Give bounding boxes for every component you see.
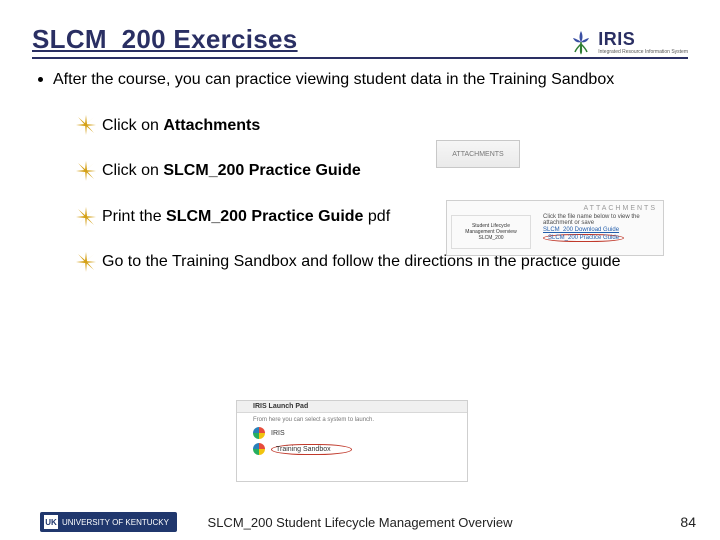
thumb2-link2-circled: SLCM_200 Practice Guide — [543, 234, 624, 242]
intro-bullet: After the course, you can practice viewi… — [38, 69, 688, 91]
step-text: Print the SLCM_200 Practice Guide pdf — [102, 206, 390, 228]
starburst-icon — [76, 207, 96, 227]
thumb3-row2: Training Sandbox — [237, 441, 467, 457]
footer-center: SLCM_200 Student Lifecycle Management Ov… — [0, 515, 720, 530]
thumb3-row1-label: IRIS — [271, 430, 285, 437]
iris-logo: IRIS Integrated Resource Information Sys… — [568, 29, 688, 55]
attachments-panel-thumbnail: ATTACHMENTS Click the file name below to… — [446, 200, 664, 256]
step-prefix: Click on — [102, 117, 163, 134]
color-wheel-icon — [253, 443, 265, 455]
attachments-thumbnail: ATTACHMENTS — [436, 140, 520, 168]
starburst-icon — [76, 252, 96, 272]
thumb3-hint: From here you can select a system to lau… — [237, 413, 467, 425]
thumb2-header: ATTACHMENTS — [453, 205, 657, 212]
step-1: Click on Attachments — [76, 115, 688, 137]
step-suffix: pdf — [363, 208, 390, 225]
iris-logo-text-wrap: IRIS Integrated Resource Information Sys… — [598, 29, 688, 55]
page-title: SLCM_200 Exercises — [32, 24, 298, 55]
step-2: Click on SLCM_200 Practice Guide — [76, 160, 688, 182]
step-text: Click on Attachments — [102, 115, 260, 137]
starburst-icon — [76, 115, 96, 135]
bullet-dot-icon — [38, 77, 43, 82]
thumb1-label: ATTACHMENTS — [452, 151, 503, 158]
thumb3-row1: IRIS — [237, 425, 467, 441]
step-prefix: Print the — [102, 208, 166, 225]
step-bold: Attachments — [163, 117, 260, 134]
starburst-icon — [76, 161, 96, 181]
thumb3-row2-circled: Training Sandbox — [271, 444, 352, 455]
iris-flower-icon — [568, 29, 594, 55]
thumb2-hint: Click the file name below to view the at… — [543, 214, 657, 226]
launchpad-thumbnail: IRIS Launch Pad From here you can select… — [236, 400, 468, 482]
color-wheel-icon — [253, 427, 265, 439]
step-prefix: Click on — [102, 162, 163, 179]
header: SLCM_200 Exercises IRIS Integrated Resou… — [32, 24, 688, 59]
iris-logo-subtext: Integrated Resource Information System — [598, 50, 688, 55]
iris-logo-text: IRIS — [598, 29, 688, 50]
step-text: Click on SLCM_200 Practice Guide — [102, 160, 361, 182]
intro-bullet-text: After the course, you can practice viewi… — [53, 69, 614, 91]
thumb2-link1: SLCM_200 Download Guide — [543, 227, 657, 233]
page-number: 84 — [680, 514, 696, 530]
slide: SLCM_200 Exercises IRIS Integrated Resou… — [0, 0, 720, 540]
thumb3-bar: IRIS Launch Pad — [237, 401, 467, 413]
thumb2-link2: SLCM_200 Practice Guide — [543, 234, 657, 242]
step-bold: SLCM_200 Practice Guide — [166, 208, 363, 225]
thumb2-side-box: Student Lifecycle Management Overview SL… — [451, 215, 531, 249]
thumb2-side-line3: SLCM_200 — [478, 235, 503, 241]
step-bold: SLCM_200 Practice Guide — [163, 162, 360, 179]
